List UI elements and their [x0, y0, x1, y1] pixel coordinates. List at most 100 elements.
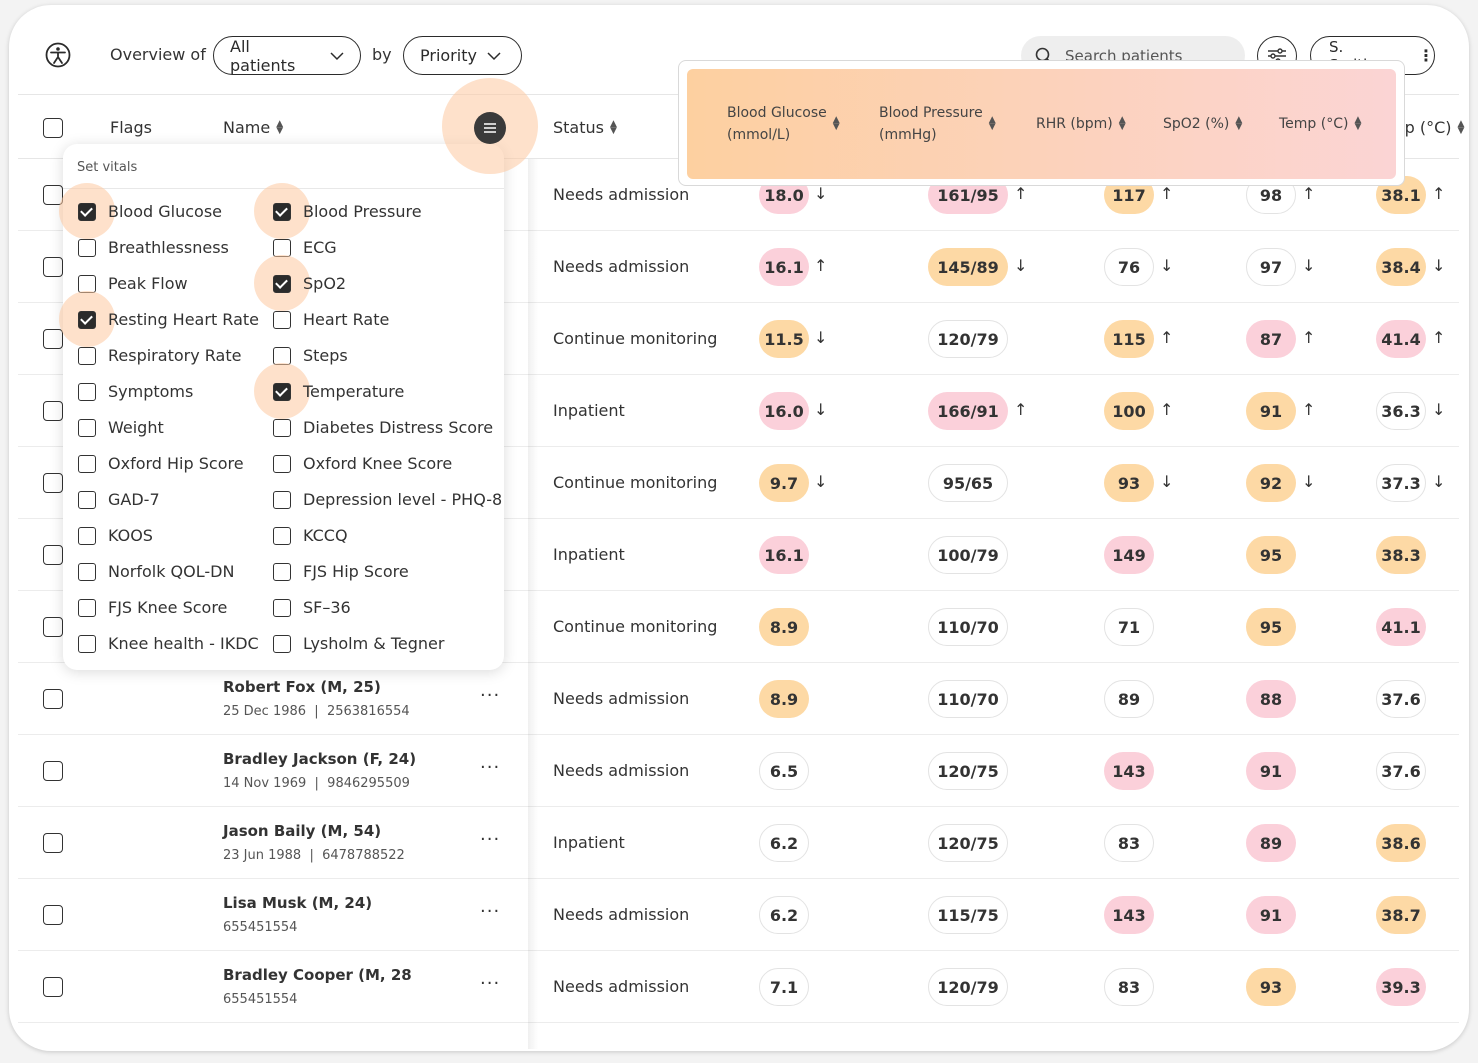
vital-option[interactable]: FJS Hip Score — [273, 562, 409, 581]
patient-name[interactable]: Jason Baily (M, 54) — [223, 822, 381, 840]
vital-option-label: Respiratory Rate — [108, 346, 242, 365]
vital-option[interactable]: Blood Glucose — [78, 202, 222, 221]
vital-badge: 149 — [1104, 536, 1154, 574]
vital-option[interactable]: Breathlessness — [78, 238, 229, 257]
patients-select[interactable]: All patients — [213, 36, 361, 75]
checkbox-checked[interactable] — [78, 310, 96, 329]
checkbox-unchecked[interactable] — [78, 346, 96, 365]
sort-icon: ▲ ▼ — [988, 115, 996, 132]
column-settings-button[interactable] — [474, 112, 506, 144]
checkbox-unchecked[interactable] — [273, 346, 291, 365]
checkbox-unchecked[interactable] — [78, 418, 96, 437]
checkbox-checked[interactable] — [273, 274, 291, 293]
row-checkbox[interactable] — [43, 761, 63, 781]
checkbox-unchecked[interactable] — [273, 490, 291, 509]
row-checkbox[interactable] — [43, 977, 63, 997]
patient-name[interactable]: Bradley Jackson (F, 24) — [223, 750, 416, 768]
checkbox-unchecked[interactable] — [78, 634, 96, 653]
set-vitals-title: Set vitals — [77, 160, 138, 175]
vital-option[interactable]: KOOS — [78, 526, 153, 545]
row-checkbox[interactable] — [43, 617, 63, 637]
more-horizontal-icon[interactable]: ··· — [480, 973, 500, 994]
vital-option[interactable]: Resting Heart Rate — [78, 310, 259, 329]
vital-option[interactable]: Diabetes Distress Score — [273, 418, 493, 437]
checkbox-unchecked[interactable] — [273, 634, 291, 653]
row-checkbox[interactable] — [43, 905, 63, 925]
row-checkbox[interactable] — [43, 257, 63, 277]
patient-name[interactable]: Bradley Cooper (M, 28 — [223, 966, 412, 984]
checkbox-unchecked[interactable] — [78, 526, 96, 545]
row-checkbox[interactable] — [43, 329, 63, 349]
checkbox-unchecked[interactable] — [273, 454, 291, 473]
row-checkbox[interactable] — [43, 401, 63, 421]
more-horizontal-icon[interactable]: ··· — [480, 685, 500, 706]
row-checkbox[interactable] — [43, 689, 63, 709]
row-checkbox[interactable] — [43, 833, 63, 853]
patient-name[interactable]: Lisa Musk (M, 24) — [223, 894, 372, 912]
vital-option[interactable]: Respiratory Rate — [78, 346, 241, 365]
column-status[interactable]: Status ▲ ▼ — [553, 118, 617, 137]
row-divider — [18, 878, 1459, 879]
vital-option[interactable]: Oxford Hip Score — [78, 454, 244, 473]
arrow-down-icon: ↓ — [814, 184, 828, 203]
vital-option[interactable]: Peak Flow — [78, 274, 188, 293]
checkbox-unchecked[interactable] — [78, 382, 96, 401]
vital-option[interactable]: GAD-7 — [78, 490, 160, 509]
vital-badge: 41.1 — [1376, 608, 1426, 646]
checkbox-checked[interactable] — [273, 382, 291, 401]
sort-select[interactable]: Priority — [403, 36, 522, 75]
column-spo2[interactable]: SpO2 (%) ▲ ▼ — [1163, 113, 1242, 135]
patient-name[interactable]: Robert Fox (M, 25) — [223, 678, 381, 696]
column-rhr[interactable]: RHR (bpm) ▲ ▼ — [1036, 113, 1126, 135]
vital-option[interactable]: FJS Knee Score — [78, 598, 227, 617]
checkbox-unchecked[interactable] — [78, 274, 96, 293]
row-checkbox[interactable] — [43, 545, 63, 565]
more-horizontal-icon[interactable]: ··· — [480, 829, 500, 850]
checkbox-unchecked[interactable] — [273, 310, 291, 329]
vital-option[interactable]: Norfolk QOL-DN — [78, 562, 234, 581]
accessibility-icon[interactable] — [45, 42, 71, 68]
checkbox-checked[interactable] — [273, 202, 291, 221]
checkbox-checked[interactable] — [78, 202, 96, 221]
column-blood-pressure[interactable]: Blood Pressure (mmHg) ▲ ▼ — [879, 102, 996, 146]
checkbox-unchecked[interactable] — [78, 598, 96, 617]
checkbox-unchecked[interactable] — [78, 238, 96, 257]
checkbox-unchecked[interactable] — [78, 454, 96, 473]
select-all-checkbox[interactable] — [43, 118, 63, 138]
checkbox-unchecked[interactable] — [273, 562, 291, 581]
checkbox-unchecked[interactable] — [78, 490, 96, 509]
vital-option-label: Knee health - IKDC — [108, 634, 259, 653]
more-horizontal-icon[interactable]: ··· — [480, 901, 500, 922]
column-blood-glucose-label: Blood Glucose (mmol/L) — [727, 105, 827, 143]
vital-option[interactable]: Oxford Knee Score — [273, 454, 452, 473]
patient-status: Needs admission — [553, 761, 690, 780]
row-checkbox[interactable] — [43, 473, 63, 493]
vital-option-label: Symptoms — [108, 382, 194, 401]
checkbox-unchecked[interactable] — [273, 526, 291, 545]
column-flags[interactable]: Flags — [110, 118, 152, 137]
checkbox-unchecked[interactable] — [78, 562, 96, 581]
vital-option[interactable]: Lysholm & Tegner — [273, 634, 444, 653]
more-horizontal-icon[interactable]: ··· — [480, 757, 500, 778]
column-temp-highlight[interactable]: Temp (°C) ▲ ▼ — [1279, 113, 1361, 135]
sort-icon: ▲ ▼ — [832, 115, 840, 132]
vital-option-label: SpO2 — [303, 274, 347, 293]
vital-option[interactable]: Blood Pressure — [273, 202, 422, 221]
patient-status: Needs admission — [553, 257, 690, 276]
vital-option[interactable]: Knee health - IKDC — [78, 634, 259, 653]
vital-option[interactable]: Weight — [78, 418, 164, 437]
vital-badge: 16.0 — [759, 392, 809, 430]
checkbox-unchecked[interactable] — [273, 238, 291, 257]
vital-badge: 39.3 — [1376, 968, 1426, 1006]
vital-option[interactable]: Temperature — [273, 382, 404, 401]
vital-option[interactable]: Heart Rate — [273, 310, 389, 329]
column-name[interactable]: Name ▲ ▼ — [223, 118, 283, 137]
column-blood-glucose[interactable]: Blood Glucose (mmol/L) ▲ ▼ — [727, 102, 840, 146]
vital-option[interactable]: KCCQ — [273, 526, 348, 545]
checkbox-unchecked[interactable] — [273, 418, 291, 437]
vital-option[interactable]: SpO2 — [273, 274, 346, 293]
vital-option[interactable]: Depression level - PHQ-8 — [273, 490, 502, 509]
vital-option[interactable]: Symptoms — [78, 382, 193, 401]
checkbox-unchecked[interactable] — [273, 598, 291, 617]
vital-option[interactable]: SF–36 — [273, 598, 351, 617]
